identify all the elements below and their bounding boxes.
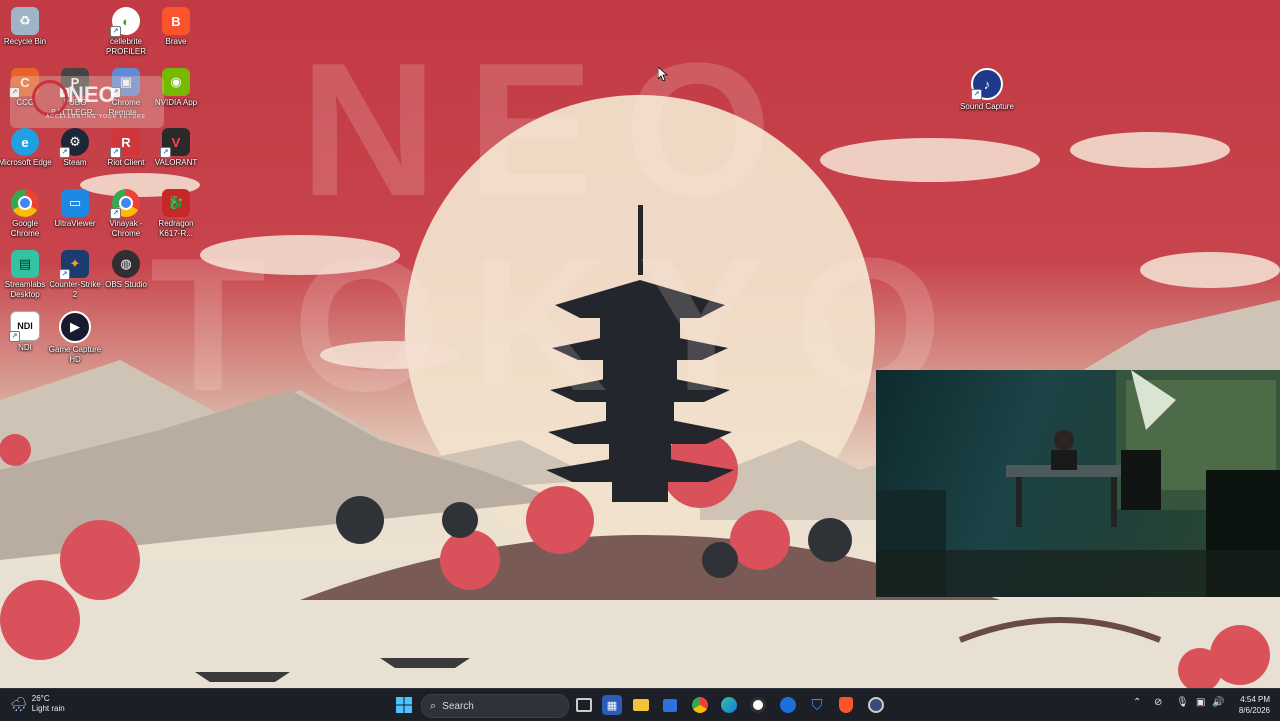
task-view-icon <box>576 698 592 712</box>
desktop-icon-brave[interactable]: B Brave <box>148 7 204 47</box>
cs2-icon: ✦ ↗ <box>59 250 89 280</box>
neo-logo-text: NEO <box>68 82 116 107</box>
chrome-profile-icon: ↗ <box>110 189 140 219</box>
weather-widget[interactable]: 🌧 26°C Light rain <box>10 694 65 714</box>
weather-condition: Light rain <box>31 704 65 713</box>
volume-icon[interactable]: 🔊 <box>1212 697 1224 708</box>
webcam-scene <box>876 370 1280 597</box>
nvidia-icon: ◉ <box>162 68 190 96</box>
obs-icon <box>750 697 766 713</box>
mail-icon <box>780 697 796 713</box>
desktop-icon-obs[interactable]: ◍ OBS Studio <box>98 250 154 290</box>
taskbar-obs[interactable] <box>748 695 768 715</box>
desktop-icon-recycle-bin[interactable]: ♻ Recycle Bin <box>0 7 53 47</box>
taskbar-defender[interactable]: ⛉ <box>807 695 827 715</box>
weather-rain-icon: 🌧 <box>10 695 28 712</box>
chevron-up-icon[interactable]: ⌃ <box>1133 697 1141 708</box>
taskbar-microsoft-store[interactable] <box>660 695 680 715</box>
desktop-icon-vinayak-chrome[interactable]: ↗ Vinayak - Chrome <box>98 189 154 239</box>
webcam-overlay <box>876 370 1280 597</box>
taskbar-chrome[interactable] <box>690 695 710 715</box>
taskbar-mail[interactable] <box>778 695 798 715</box>
sound-capture-icon: ♪ ↗ <box>971 68 1003 100</box>
desktop-icon-sound-capture[interactable]: ♪ ↗ Sound Capture <box>959 68 1015 112</box>
desktop-icon-ndi[interactable]: NDI ↗ NDI <box>0 311 53 353</box>
taskbar-brave[interactable] <box>836 695 856 715</box>
neo-logo-subtext: ACCELERATING YOUR FUTURE <box>46 114 146 120</box>
steam-icon: ⚙ ↗ <box>59 128 89 158</box>
taskbar-search[interactable]: ⌕ Search <box>421 694 569 718</box>
weather-temp: 26°C <box>31 694 50 703</box>
streamlabs-icon: ▤ <box>11 250 39 278</box>
taskbar-file-explorer[interactable] <box>631 695 651 715</box>
wallpaper-title-tokyo: TOKYO <box>150 219 973 431</box>
ultraviewer-icon: ▭ <box>61 189 89 217</box>
cellebrite-icon: ◐ ↗ <box>110 7 140 37</box>
redragon-icon: 🐉 <box>162 189 190 217</box>
chrome-icon <box>11 189 39 217</box>
valorant-icon: V ↗ <box>160 128 190 158</box>
start-button[interactable] <box>394 695 414 715</box>
desktop-icon-cs2[interactable]: ✦ ↗ Counter-Strike 2 <box>47 250 103 300</box>
wallpaper-title-neo: NEO <box>300 24 802 236</box>
edge-icon <box>721 697 737 713</box>
edge-icon: e <box>11 128 39 156</box>
desktop-icon-edge[interactable]: e Microsoft Edge <box>0 128 53 168</box>
chrome-icon <box>692 697 708 713</box>
taskbar-sound-capture[interactable] <box>866 695 886 715</box>
desktop-icon-streamlabs[interactable]: ▤ Streamlabs Desktop <box>0 250 53 300</box>
desktop-icon-cellebrite[interactable]: ◐ ↗ cellebrite PROFILER <box>98 7 154 57</box>
desktop-icon-ultraviewer[interactable]: ▭ UltraViewer <box>47 189 103 229</box>
microphone-icon[interactable]: 🎙 <box>1176 697 1189 708</box>
display-icon[interactable]: ▣ <box>1196 697 1205 708</box>
desktop-icon-redragon[interactable]: 🐉 Redragon K617-R... <box>148 189 204 239</box>
desktop-icon-steam[interactable]: ⚙ ↗ Steam <box>47 128 103 168</box>
brave-icon: B <box>162 7 190 35</box>
taskbar-task-view[interactable] <box>574 695 594 715</box>
sound-capture-icon <box>868 697 884 713</box>
search-label: Search <box>442 700 474 712</box>
recycle-bin-icon: ♻ <box>11 7 39 35</box>
clock-date: 8/6/2026 <box>1238 706 1270 715</box>
taskbar: 🌧 26°C Light rain ⌕ Search ▦ ⛉ ⌃ ⊘ 🎙 ▣ 🔊… <box>0 688 1280 721</box>
neo-logo-overlay: NEO ACCELERATING YOUR FUTURE <box>10 76 164 128</box>
search-icon: ⌕ <box>430 699 437 712</box>
desktop-icon-riot[interactable]: R ↗ Riot Client <box>98 128 154 168</box>
mouse-cursor <box>658 67 668 81</box>
defender-icon: ⛉ <box>811 696 823 714</box>
desktop-icon-chrome[interactable]: Google Chrome <box>0 189 53 239</box>
clock-time: 4:54 PM <box>1240 695 1270 704</box>
desktop-icon-valorant[interactable]: V ↗ VALORANT <box>148 128 204 168</box>
network-off-icon[interactable]: ⊘ <box>1154 697 1162 708</box>
microsoft-store-icon <box>663 698 677 712</box>
game-capture-icon: ▶ <box>59 311 91 343</box>
brave-icon <box>839 697 853 713</box>
file-explorer-icon <box>633 699 649 711</box>
desktop-icon-game-capture[interactable]: ▶ Game Capture HD <box>47 311 103 365</box>
taskbar-clock[interactable]: 4:54 PM 8/6/2026 <box>1228 694 1270 716</box>
taskbar-widgets[interactable]: ▦ <box>602 695 622 715</box>
obs-icon: ◍ <box>112 250 140 278</box>
start-icon <box>396 697 412 713</box>
widgets-news-icon: ▦ <box>606 699 618 712</box>
riot-icon: R ↗ <box>110 128 140 158</box>
taskbar-edge[interactable] <box>719 695 739 715</box>
ndi-icon: NDI ↗ <box>9 311 40 342</box>
